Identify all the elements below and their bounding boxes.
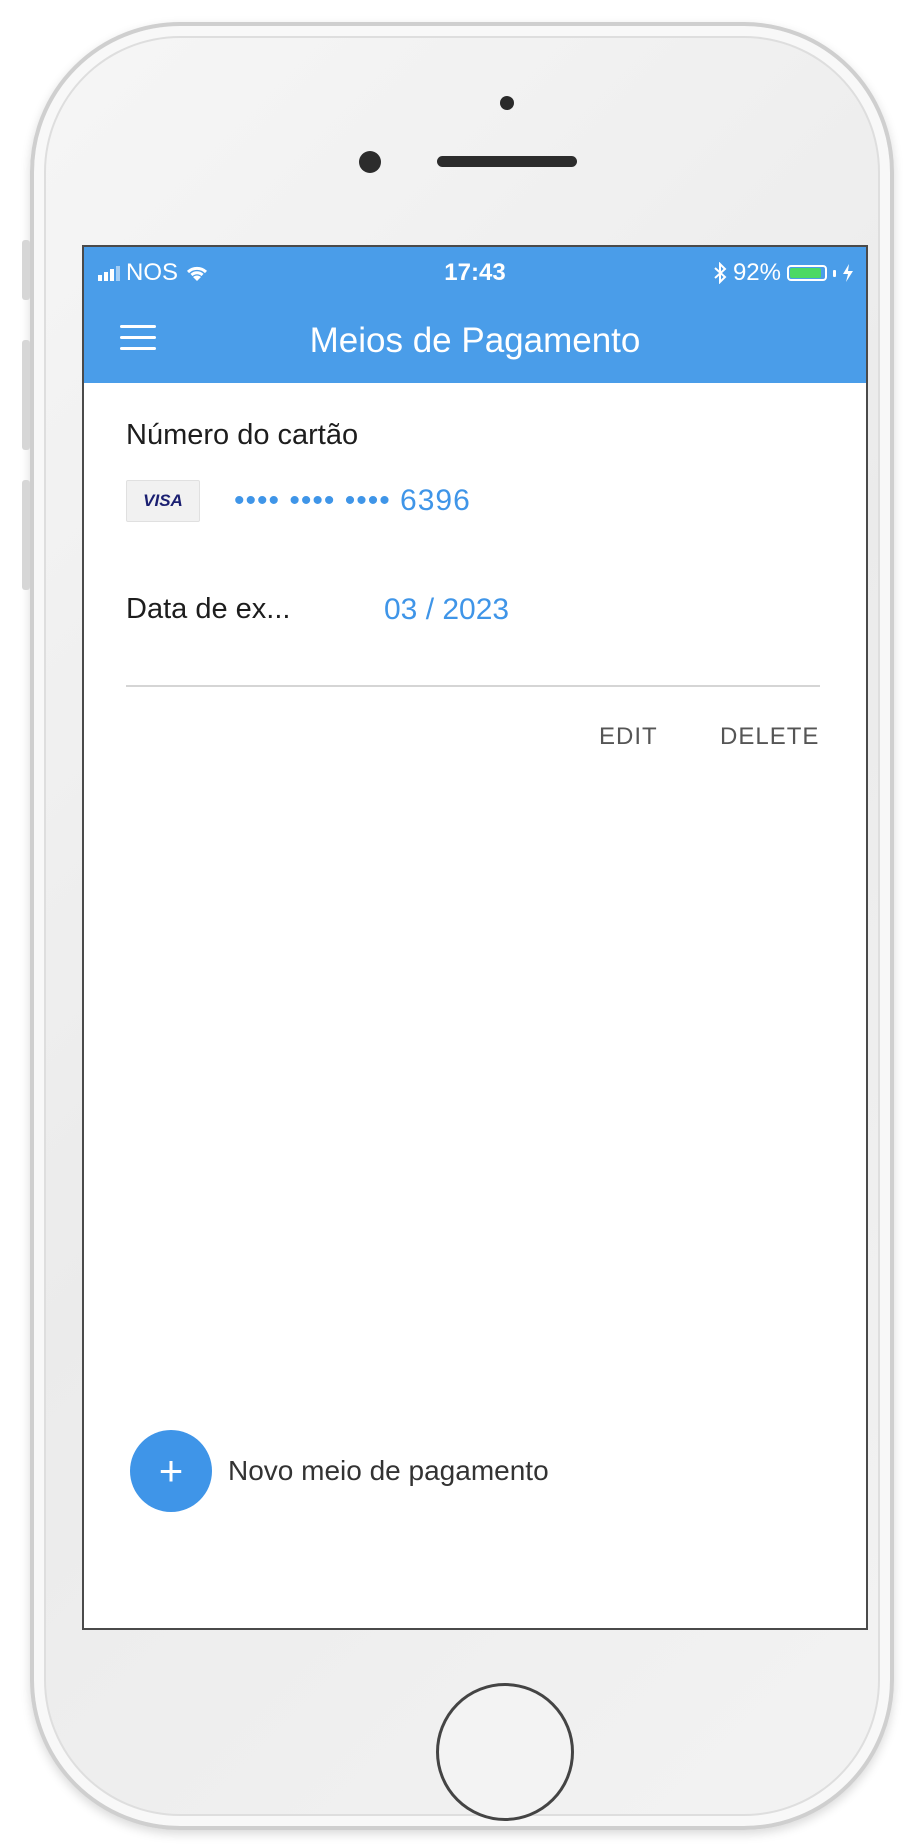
battery-icon	[787, 265, 827, 281]
battery-percent: 92%	[732, 259, 781, 286]
front-camera	[359, 151, 381, 173]
battery-tip	[833, 269, 836, 277]
new-payment-method-label: Novo meio de pagamento	[228, 1455, 549, 1486]
payment-methods-content: Número do cartão VISA •••• •••• •••• 639…	[84, 383, 866, 1628]
bluetooth-icon	[714, 262, 727, 284]
proximity-sensor	[500, 96, 514, 110]
volume-down-button	[22, 480, 30, 590]
edit-button[interactable]: EDIT	[599, 723, 658, 751]
status-bar: NOS 17:43 92%	[84, 247, 866, 291]
visa-logo-icon: VISA	[126, 480, 200, 522]
card-number-value: •••• •••• •••• 6396	[234, 484, 471, 517]
card-number-label: Número do cartão	[126, 419, 359, 451]
divider	[126, 685, 820, 687]
plus-icon[interactable]: +	[130, 1430, 212, 1512]
volume-up-button	[22, 340, 30, 450]
earpiece-speaker	[437, 156, 577, 167]
delete-button[interactable]: DELETE	[720, 723, 819, 751]
nav-bar: Meios de Pagamento	[84, 311, 866, 371]
charging-icon	[843, 264, 853, 282]
battery-fill	[790, 268, 822, 278]
card-number-row: VISA •••• •••• •••• 6396	[126, 480, 471, 522]
expiry-date-label: Data de ex...	[126, 593, 291, 625]
mute-switch	[22, 240, 30, 300]
home-button[interactable]	[436, 1683, 574, 1821]
status-right: 92%	[713, 259, 854, 287]
expiry-date-value: 03 / 2023	[384, 593, 510, 626]
new-payment-method-button[interactable]: + Novo meio de pagamento	[130, 1430, 549, 1512]
screenshot-stage: NOS 17:43 92% Meios de Pagamento Número …	[0, 0, 903, 1844]
phone-screen: NOS 17:43 92% Meios de Pagamento Número …	[82, 245, 868, 1630]
app-header: NOS 17:43 92% Meios de Pagamento	[84, 247, 866, 383]
page-title: Meios de Pagamento	[309, 321, 641, 360]
